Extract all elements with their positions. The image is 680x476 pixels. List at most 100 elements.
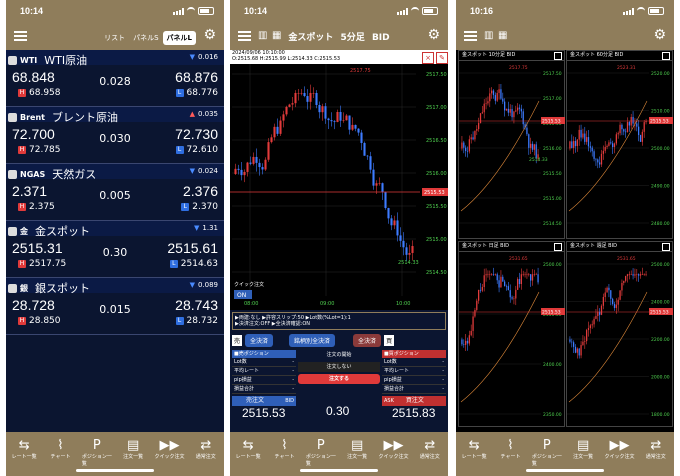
- tab-icon: ⌇: [57, 438, 64, 453]
- symbol-title[interactable]: 金スポット: [288, 33, 333, 43]
- tab-bar-item[interactable]: ⌇ チャート: [45, 438, 75, 476]
- candle: [476, 300, 478, 310]
- close-icon[interactable]: ×: [422, 52, 434, 64]
- candle: [610, 142, 612, 144]
- expand-icon[interactable]: [662, 243, 670, 251]
- order-settings[interactable]: ▶両建:なし ▶許容スリップ:50 ▶Lot数(%Lot=1):1 ▶決済注文:…: [232, 312, 446, 330]
- gear-icon[interactable]: ⚙: [427, 28, 440, 42]
- candle: [617, 133, 619, 135]
- candle: [288, 104, 291, 107]
- candlestick-chart[interactable]: 2517.50 2517.00 2516.50 2516.00 2515.50 2515.…: [230, 64, 448, 310]
- y-tick-label: 2350.00: [543, 412, 562, 418]
- tab-list[interactable]: リスト: [100, 31, 129, 45]
- candle: [483, 275, 485, 288]
- rate-row[interactable]: 銀銀スポット ▼ 0.089 28.728 0.015 28.743 H 28.850 L 28.…: [6, 278, 224, 335]
- candle: [267, 142, 270, 160]
- candle: [505, 108, 508, 111]
- candle: [585, 330, 588, 342]
- mini-chart-panel[interactable]: 金スポット 週足 BID 2500.00 2400.00 2200.00 2000.00…: [566, 241, 673, 427]
- candle: [468, 335, 471, 344]
- rate-row[interactable]: WTI WTI原油 ▼ 0.016 68.848 0.028 68.876 H 68.958 L 6…: [6, 50, 224, 107]
- price-type[interactable]: BID: [372, 33, 390, 43]
- candle: [463, 142, 465, 148]
- y-tick-label: 2517.50: [426, 72, 447, 78]
- order-panel: ▶両建:なし ▶許容スリップ:50 ▶Lot数(%Lot=1):1 ▶決済注文:…: [230, 310, 448, 432]
- position-row: 損益合計 -: [382, 385, 446, 394]
- tab-bar-item[interactable]: ⇄ 通常注文: [641, 438, 671, 476]
- candle: [360, 132, 363, 143]
- tab-panel-s[interactable]: パネルS: [129, 31, 162, 45]
- bid-price[interactable]: 2515.53: [242, 406, 285, 420]
- tab-bar-item[interactable]: ⇆ レート一覧: [233, 438, 263, 476]
- ask-price[interactable]: 2515.83: [392, 406, 435, 420]
- y-tick-label: 2517.50: [543, 71, 562, 77]
- tab-bar-item[interactable]: ⌇ チャート: [495, 438, 525, 476]
- place-order-button[interactable]: 注文する: [298, 374, 380, 384]
- candle: [342, 120, 345, 121]
- expand-icon[interactable]: [554, 52, 562, 60]
- menu-icon[interactable]: [464, 31, 477, 41]
- candle: [571, 141, 573, 148]
- candle: [507, 108, 510, 113]
- position-value: -: [292, 377, 294, 383]
- tab-label: ポジション一覧: [81, 454, 112, 467]
- no-order-button[interactable]: 注文しない: [298, 362, 380, 372]
- tab-bar-item[interactable]: ▶▶ クイック注文: [378, 438, 408, 476]
- expand-icon[interactable]: [662, 52, 670, 60]
- expand-icon[interactable]: [554, 243, 562, 251]
- candle: [472, 316, 474, 331]
- candle: [477, 289, 480, 301]
- ask-price[interactable]: 68.876: [175, 69, 218, 85]
- buy-order-button[interactable]: ASK 買注文: [382, 396, 446, 406]
- tab-icon: ⌇: [507, 438, 514, 453]
- candle: [479, 289, 482, 291]
- layout-icon[interactable]: ▦: [498, 30, 507, 41]
- mini-chart-panel[interactable]: 金スポット 60分足 BID 2520.00 2510.00 2500.00 2490.…: [566, 50, 673, 239]
- buy-position-box: ■買ポジション Lot数 - 平均レート - pip損益 - 損益合計 -: [382, 350, 446, 394]
- tab-icon: ▤: [126, 438, 140, 453]
- tab-bar-item[interactable]: ▶▶ クイック注文: [604, 438, 634, 476]
- symbol-settle-all-button[interactable]: 銘柄別全決済: [289, 333, 336, 347]
- tab-bar-item[interactable]: ⌇ チャート: [269, 438, 299, 476]
- tab-bar-item[interactable]: ⇆ レート一覧: [9, 438, 39, 476]
- position-row: pip損益 -: [382, 376, 446, 385]
- candle: [595, 158, 597, 160]
- nav-bar: ▥ ▦ 金スポット 5分足 BID ⚙: [230, 22, 448, 50]
- candle: [572, 141, 575, 148]
- candle: [498, 280, 500, 288]
- ask-price[interactable]: 2.376: [183, 183, 218, 199]
- sell-order-button[interactable]: 売注文 BID: [232, 396, 296, 406]
- mini-chart-panel[interactable]: 金スポット 日足 BID 2500.00 2450.00 2400.00 2350.00…: [458, 241, 565, 427]
- change: ▼ 0.089: [190, 281, 218, 289]
- candle-chart-icon[interactable]: ▥: [484, 30, 493, 41]
- signal-icon: [397, 7, 408, 15]
- tab-icon: ⇄: [650, 438, 662, 453]
- candle: [366, 155, 369, 157]
- candle: [569, 141, 571, 149]
- tab-panel-l[interactable]: パネルL: [162, 31, 196, 45]
- ask-price[interactable]: 28.743: [175, 297, 218, 313]
- status-time: 10:14: [20, 6, 44, 16]
- tab-bar-item[interactable]: ⇄ 通常注文: [415, 438, 445, 476]
- change: ▼ 0.024: [190, 167, 218, 175]
- candle: [528, 134, 530, 148]
- candle: [461, 142, 463, 149]
- candle: [626, 122, 629, 132]
- tab-bar-item[interactable]: ▶▶ クイック注文: [154, 438, 184, 476]
- ask-price[interactable]: 72.730: [175, 126, 218, 142]
- rate-row[interactable]: 金金スポット ▼ 1.31 2515.31 0.30 2515.61 H 2517.75 L 25…: [6, 221, 224, 278]
- sell-settle-all-button[interactable]: 全決済: [245, 333, 274, 347]
- tab-bar-item[interactable]: ⇄ 通常注文: [191, 438, 221, 476]
- buy-settle-all-button[interactable]: 全決済: [353, 333, 382, 347]
- symbol-code: NGAS: [20, 169, 46, 179]
- gear-icon[interactable]: ⚙: [203, 28, 216, 42]
- tab-bar-item[interactable]: ⇆ レート一覧: [459, 438, 489, 476]
- timeframe[interactable]: 5分足: [341, 33, 365, 43]
- ask-price[interactable]: 2515.61: [167, 240, 218, 256]
- menu-icon[interactable]: [14, 31, 27, 41]
- pencil-icon[interactable]: ✎: [436, 52, 448, 64]
- rate-row[interactable]: Brent ブレント原油 ▲ 0.035 72.700 0.030 72.730 H 72.78…: [6, 107, 224, 164]
- gear-icon[interactable]: ⚙: [653, 28, 666, 42]
- mini-chart-panel[interactable]: 金スポット 10分足 BID 2517.50 2517.00 2516.50 2516.…: [458, 50, 565, 239]
- rate-row[interactable]: NGAS 天然ガス ▼ 0.024 2.371 0.005 2.376 H 2.375 L 2.37…: [6, 164, 224, 221]
